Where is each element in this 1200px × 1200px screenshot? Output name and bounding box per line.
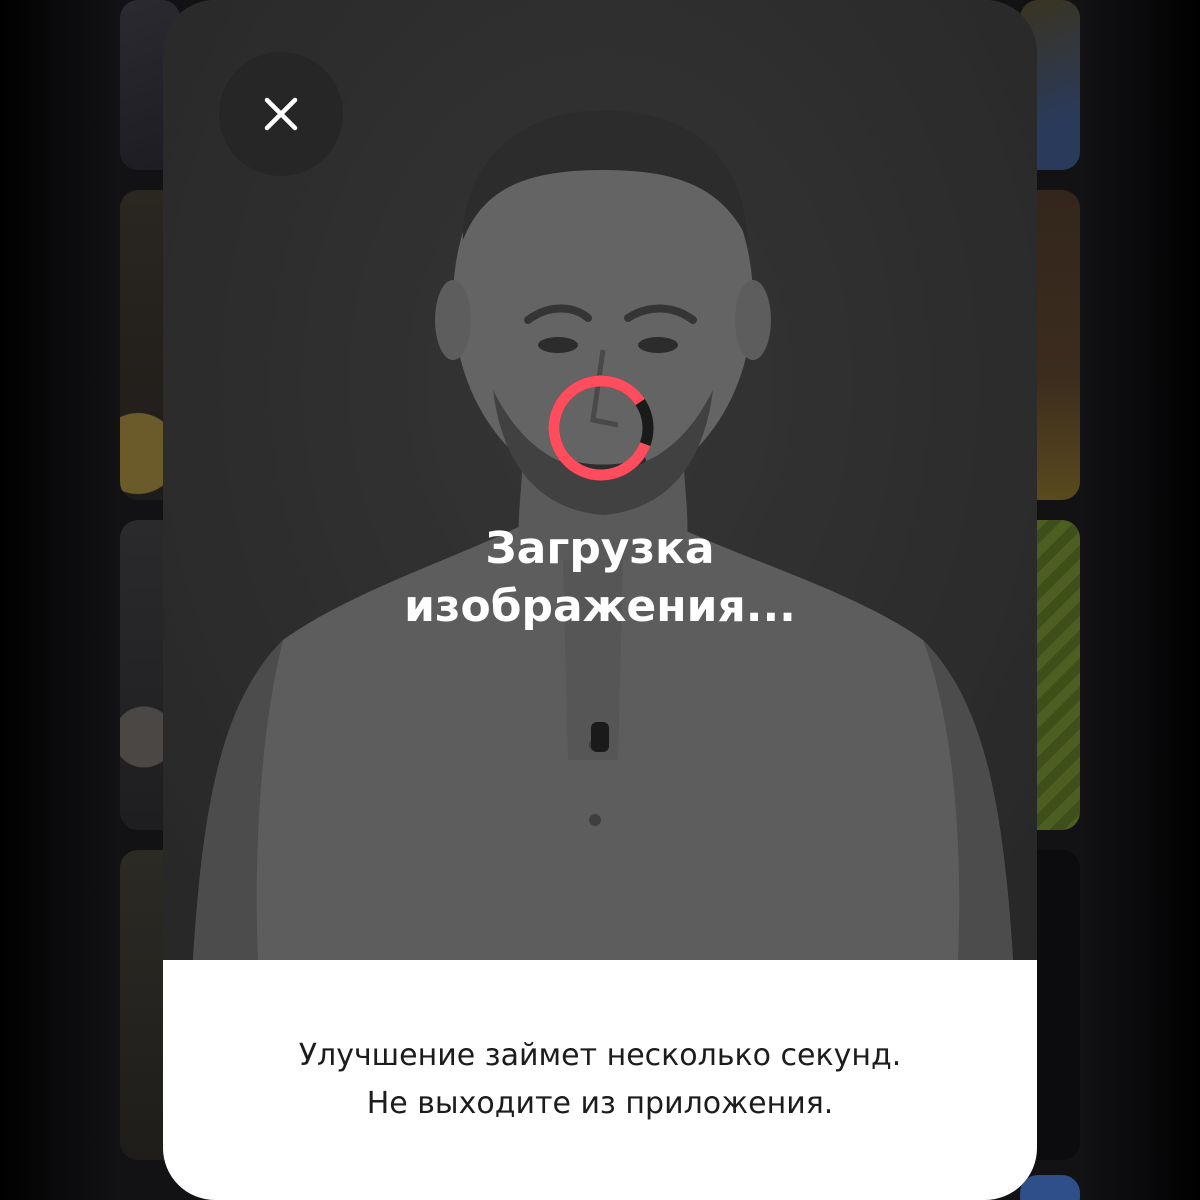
app-screen: Загрузка изображения... Улучшение займет… bbox=[0, 0, 1200, 1200]
info-message: Улучшение займет несколько секунд. Не вы… bbox=[163, 1032, 1037, 1128]
loading-spinner bbox=[548, 375, 654, 481]
close-icon bbox=[264, 97, 298, 131]
info-panel: Улучшение займет несколько секунд. Не вы… bbox=[163, 960, 1037, 1200]
loading-title: Загрузка изображения... bbox=[404, 523, 796, 632]
image-enhance-modal: Загрузка изображения... Улучшение займет… bbox=[163, 0, 1037, 1200]
info-line-1: Улучшение займет несколько секунд. bbox=[298, 1038, 902, 1073]
close-button[interactable] bbox=[219, 52, 343, 176]
info-line-2: Не выходите из приложения. bbox=[366, 1086, 834, 1121]
spinner-progress bbox=[548, 375, 654, 481]
